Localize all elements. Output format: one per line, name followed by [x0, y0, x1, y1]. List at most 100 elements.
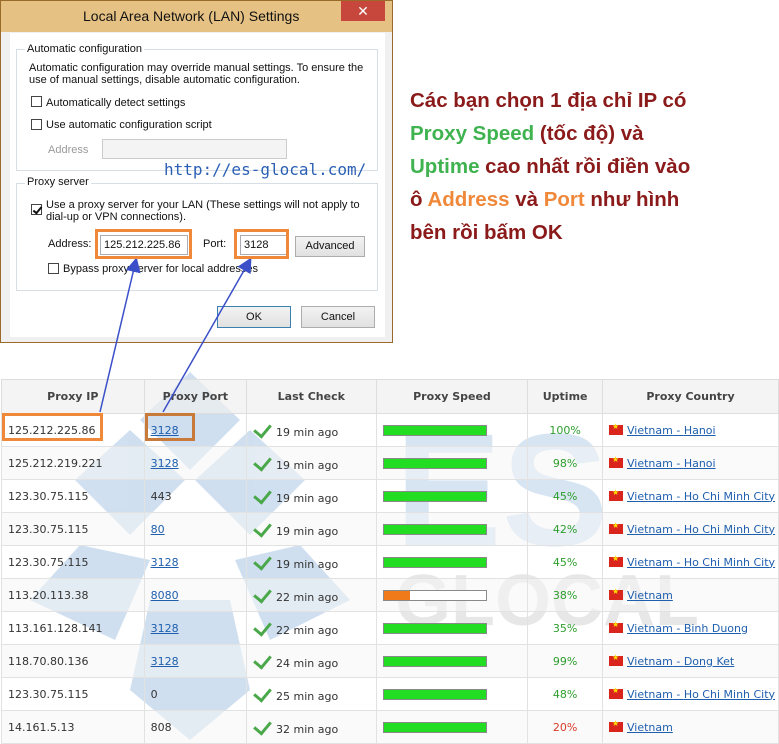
proxy-country-link[interactable]: Vietnam — [627, 589, 673, 602]
close-icon: ✕ — [357, 3, 369, 19]
auto-detect-checkbox[interactable] — [31, 96, 42, 107]
table-row[interactable]: 125.212.225.86312819 min ago100%Vietnam … — [1, 413, 779, 447]
ok-button[interactable]: OK — [217, 306, 291, 328]
proxy-port-link[interactable]: 80 — [151, 523, 165, 536]
cell-proxy-speed — [375, 413, 529, 447]
title-bar[interactable]: Local Area Network (LAN) Settings ✕ — [1, 1, 392, 32]
proxy-country-link[interactable]: Vietnam - Ho Chi Minh City — [627, 490, 775, 503]
proxy-port-link[interactable]: 8080 — [151, 589, 179, 602]
cell-last-check: 32 min ago — [246, 710, 377, 744]
table-row[interactable]: 123.30.75.115 0 25 min ago 48% Vietnam - Ho … — [1, 677, 779, 711]
automatic-configuration-legend: Automatic configuration — [25, 43, 144, 55]
auto-config-address-input[interactable] — [102, 139, 287, 159]
table-row[interactable]: 14.161.5.13 808 32 min ago 20% Vietnam — [1, 710, 779, 744]
cell-last-check: 19 min ago — [246, 446, 377, 480]
bypass-local-label[interactable]: Bypass proxy server for local addresses — [63, 263, 258, 275]
proxy-country-link[interactable]: Vietnam - Ho Chi Minh City — [627, 556, 775, 569]
proxy-country-link[interactable]: Vietnam - Hanoi — [627, 457, 716, 470]
proxy-country-link[interactable]: Vietnam - Ho Chi Minh City — [627, 523, 775, 536]
close-button[interactable]: ✕ — [341, 1, 385, 21]
cell-proxy-speed — [375, 512, 529, 546]
check-icon — [253, 518, 272, 538]
header-proxy-ip[interactable]: Proxy IP — [1, 379, 145, 414]
auto-config-script-checkbox[interactable] — [31, 119, 42, 130]
proxy-ip: 123.30.75.115 — [8, 687, 89, 701]
proxy-port-link[interactable]: 3128 — [151, 622, 179, 635]
auto-config-address-label: Address — [48, 144, 89, 156]
table-row[interactable]: 123.30.75.115 443 19 min ago 45% Vietnam - H… — [1, 479, 779, 513]
proxy-city: Ho Chi Minh City — [683, 687, 776, 701]
cell-proxy-port: 3128 — [143, 545, 248, 579]
cell-proxy-port: 443 — [143, 479, 248, 513]
proxy-country-link[interactable]: Vietnam - Hanoi — [627, 424, 716, 437]
cell-proxy-port: 3128 — [143, 644, 248, 678]
cell-proxy-port: 80 — [143, 512, 248, 546]
dialog-title: Local Area Network (LAN) Settings — [83, 8, 300, 24]
proxy-ip: 14.161.5.13 — [8, 720, 75, 734]
auto-config-script-label[interactable]: Use automatic configuration script — [46, 119, 212, 131]
speed-bar — [382, 590, 487, 601]
header-uptime[interactable]: Uptime — [527, 379, 603, 414]
cell-last-check: 19 min ago — [246, 545, 377, 579]
auto-config-description-line1: Automatic configuration may override man… — [29, 62, 364, 74]
last-check: 19 min ago — [276, 492, 339, 505]
cell-proxy-port: 0 — [143, 677, 248, 711]
cell-uptime: 45% — [527, 545, 603, 579]
speed-bar-fill — [383, 690, 486, 699]
watermark-url: http://es-glocal.com/ — [164, 160, 367, 179]
header-proxy-country[interactable]: Proxy Country — [601, 379, 779, 414]
proxy-city: Ho Chi Minh City — [683, 522, 776, 536]
header-proxy-port[interactable]: Proxy Port — [143, 379, 248, 414]
cancel-button[interactable]: Cancel — [301, 306, 375, 328]
cell-proxy-speed — [375, 710, 529, 744]
proxy-country: Vietnam — [626, 456, 673, 470]
proxy-ip: 113.20.113.38 — [8, 588, 89, 602]
table-row[interactable]: 125.212.219.221 3128 19 min ago 98% Vietnam … — [1, 446, 779, 480]
table-header-row: Proxy IP Proxy Port Last Check Proxy Spe… — [1, 379, 779, 414]
speed-bar — [382, 425, 487, 436]
header-last-check[interactable]: Last Check — [246, 379, 377, 414]
cell-proxy-ip: 123.30.75.115 — [1, 479, 145, 513]
table-row[interactable]: 113.20.113.38 8080 22 min ago 38% Vietnam — [1, 578, 779, 612]
cell-uptime: 100% — [527, 413, 603, 447]
proxy-port-link[interactable]: 3128 — [151, 655, 179, 668]
proxy-port-value: 443 — [150, 489, 172, 503]
proxy-city: Ho Chi Minh City — [683, 489, 776, 503]
proxy-city: Binh Duong — [683, 621, 748, 635]
use-proxy-label-line2[interactable]: dial-up or VPN connections). — [46, 211, 186, 223]
proxy-country-link[interactable]: Vietnam - Binh Duong — [627, 622, 748, 635]
proxy-country: Vietnam — [626, 423, 673, 437]
proxy-ip: 125.212.219.221 — [8, 456, 103, 470]
auto-detect-label[interactable]: Automatically detect settings — [46, 97, 185, 109]
table-row[interactable]: 123.30.75.115 80 19 min ago 42% Vietnam - Ho… — [1, 512, 779, 546]
proxy-country-link[interactable]: Vietnam — [627, 721, 673, 734]
use-proxy-checkbox[interactable] — [31, 204, 42, 215]
bypass-local-checkbox[interactable] — [48, 263, 59, 274]
proxy-country-link[interactable]: Vietnam - Dong Ket — [627, 655, 734, 668]
proxy-port-link[interactable]: 3128 — [151, 457, 179, 470]
vietnam-flag-icon — [608, 521, 623, 534]
vietnam-flag-icon — [608, 587, 623, 600]
proxy-server-legend: Proxy server — [25, 176, 91, 188]
vietnam-flag-icon — [608, 554, 623, 567]
cell-proxy-port: 3128 — [143, 446, 248, 480]
table-row[interactable]: 118.70.80.136 3128 24 min ago 99% Vietnam - … — [1, 644, 779, 678]
cell-uptime: 99% — [527, 644, 603, 678]
cell-proxy-speed — [375, 611, 529, 645]
table-row[interactable]: 113.161.128.141 3128 22 min ago 35% Vietnam … — [1, 611, 779, 645]
table-row[interactable]: 123.30.75.115 3128 19 min ago 45% Vietnam - … — [1, 545, 779, 579]
proxy-country-link[interactable]: Vietnam - Ho Chi Minh City — [627, 688, 775, 701]
header-proxy-speed[interactable]: Proxy Speed — [375, 379, 529, 414]
use-proxy-label-line1[interactable]: Use a proxy server for your LAN (These s… — [46, 199, 360, 211]
annotation-text-1: Các bạn chọn 1 địa chỉ IP có — [410, 89, 687, 112]
proxy-table-body: 125.212.225.86312819 min ago100%Vietnam … — [1, 413, 779, 744]
uptime-value: 20% — [552, 720, 578, 734]
speed-bar — [382, 656, 487, 667]
advanced-button[interactable]: Advanced — [295, 236, 365, 257]
auto-config-description-line2: use of manual settings, disable automati… — [29, 74, 300, 86]
annotation-proxy-speed: Proxy Speed — [410, 122, 535, 145]
cell-uptime: 35% — [527, 611, 603, 645]
table-port-highlight-box — [145, 413, 195, 441]
cell-last-check: 19 min ago — [246, 413, 377, 447]
proxy-port-link[interactable]: 3128 — [151, 556, 179, 569]
